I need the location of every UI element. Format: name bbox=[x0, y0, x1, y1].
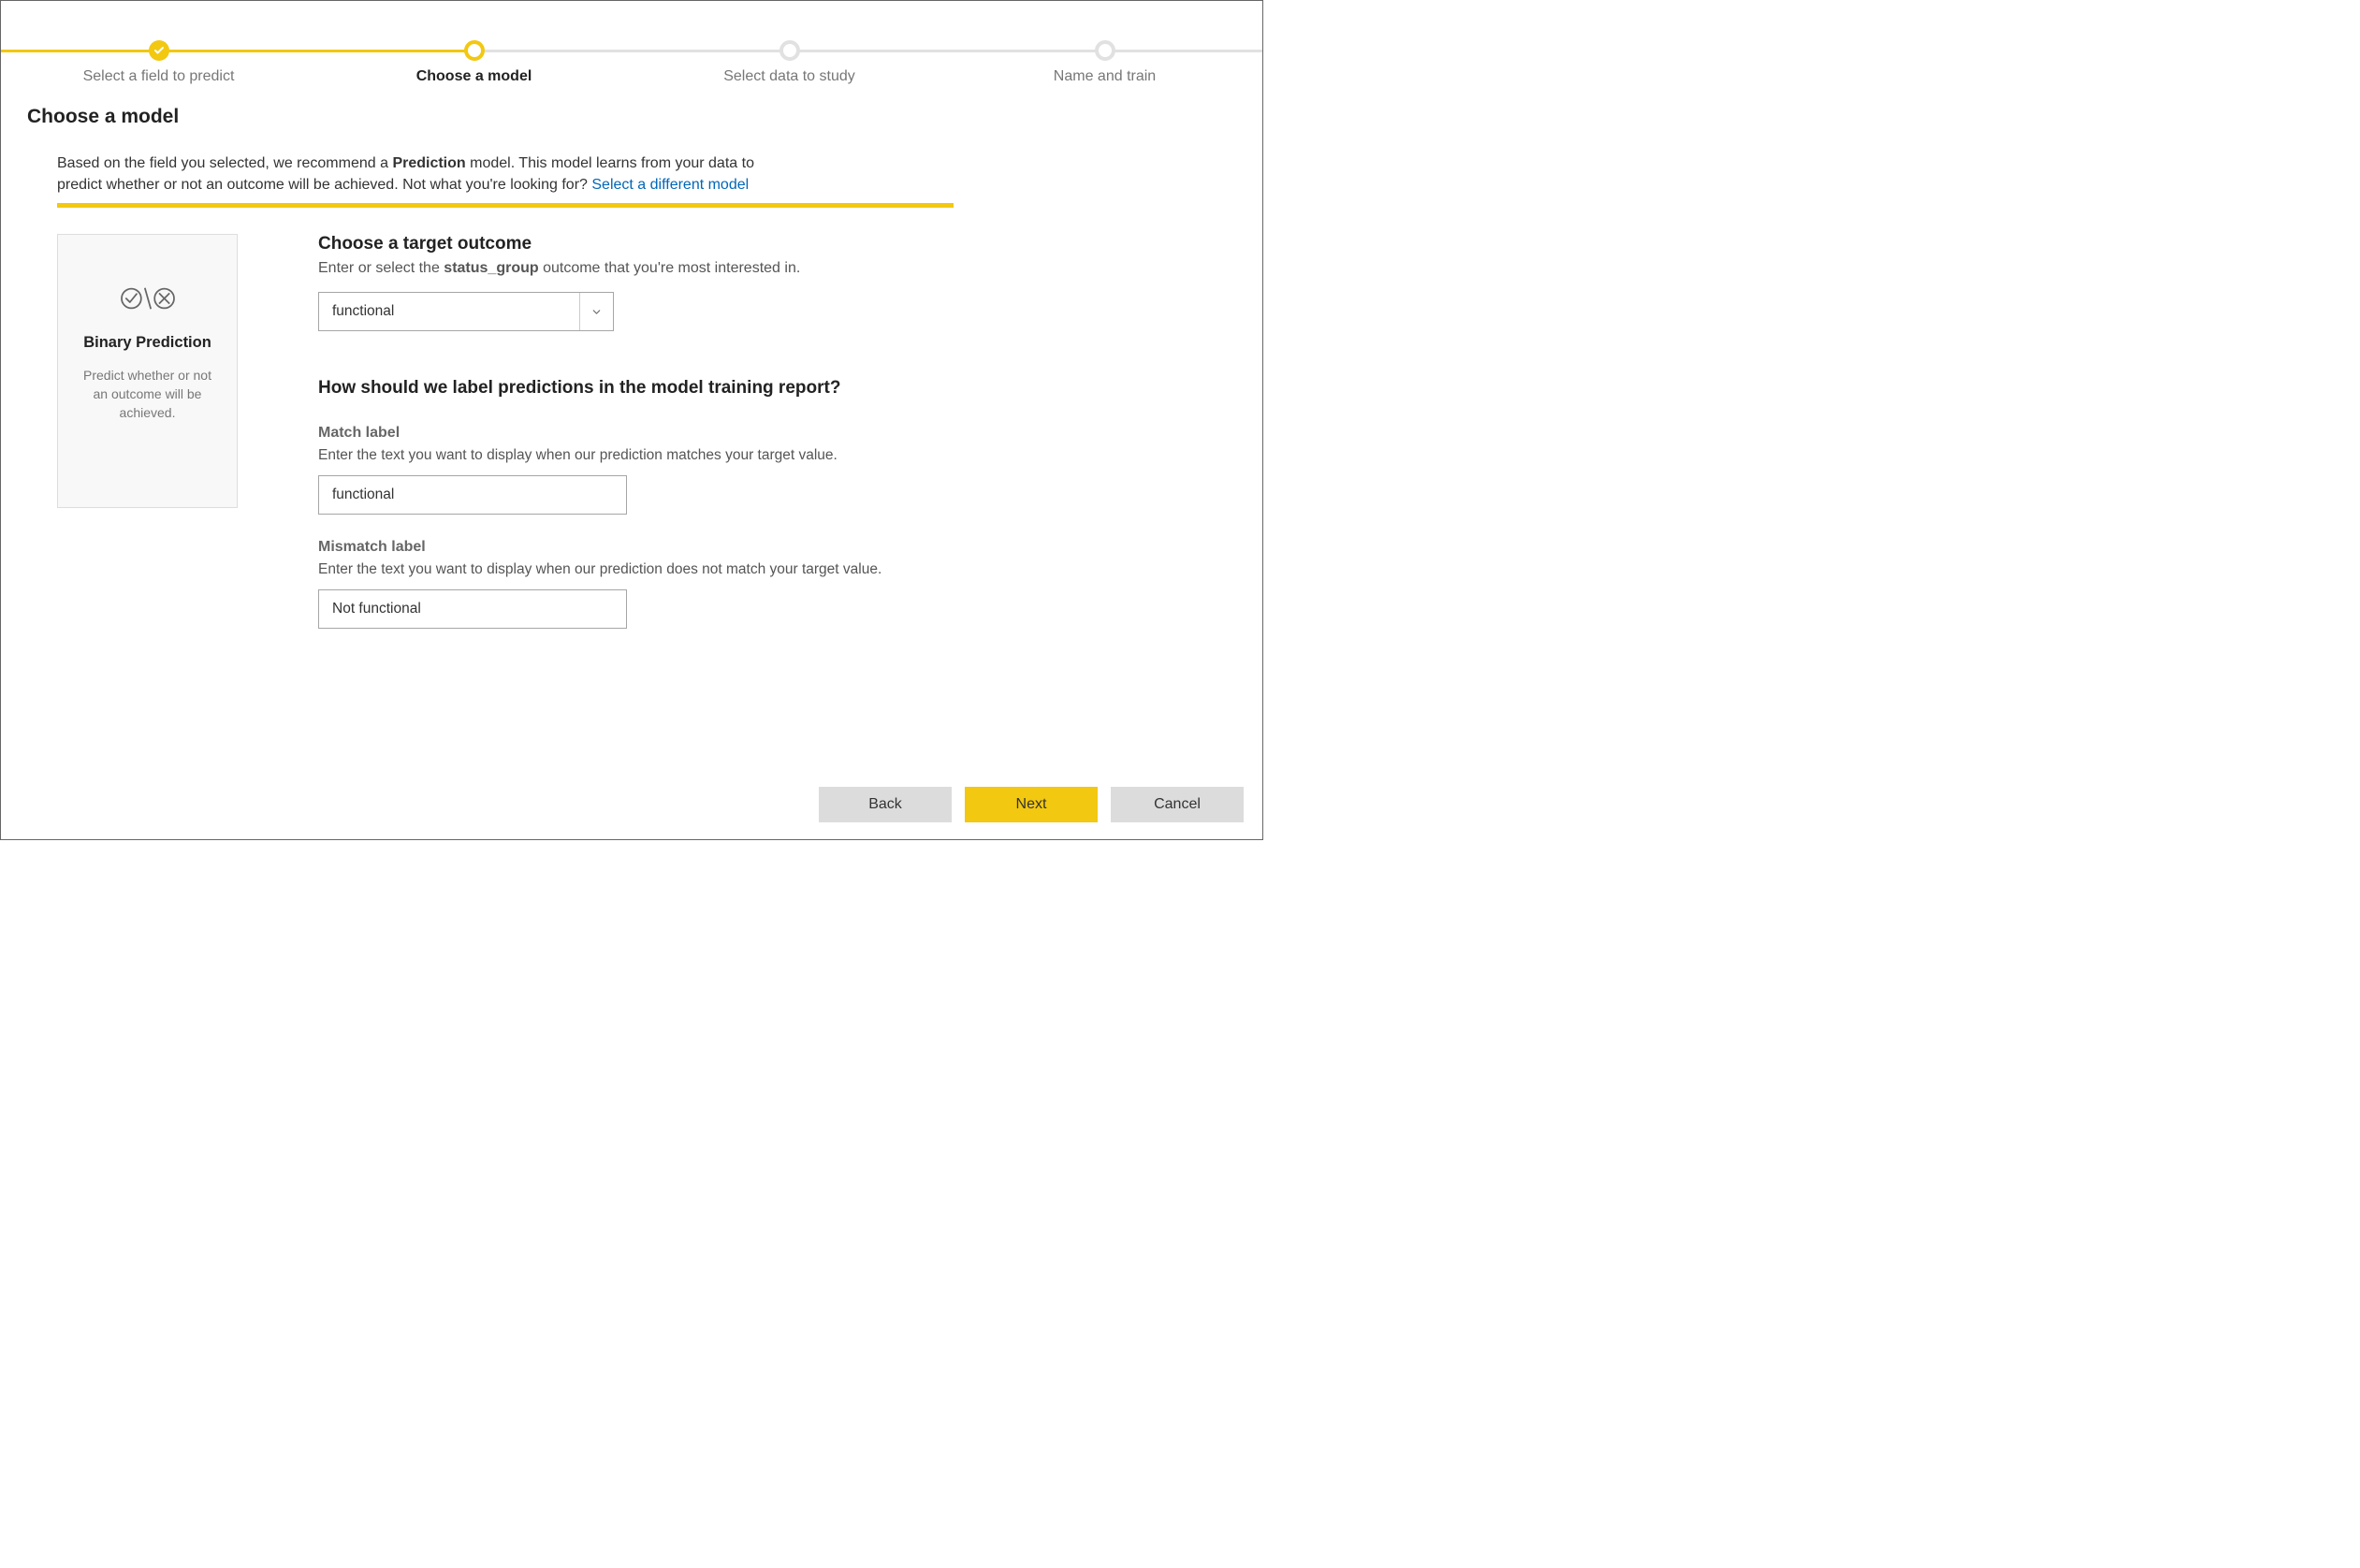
page-title: Choose a model bbox=[27, 106, 1262, 128]
step-choose-model[interactable]: Choose a model bbox=[316, 40, 632, 85]
target-outcome-sub: Enter or select the status_group outcome… bbox=[318, 260, 954, 277]
step-name-train[interactable]: Name and train bbox=[947, 40, 1262, 85]
check-icon bbox=[149, 40, 169, 61]
match-label-desc: Enter the text you want to display when … bbox=[318, 447, 954, 464]
cancel-button[interactable]: Cancel bbox=[1111, 787, 1244, 822]
target-outcome-dropdown[interactable]: functional bbox=[318, 292, 614, 331]
accent-divider bbox=[57, 203, 954, 208]
mismatch-label-input[interactable] bbox=[318, 589, 627, 629]
next-button[interactable]: Next bbox=[965, 787, 1098, 822]
select-different-model-link[interactable]: Select a different model bbox=[591, 177, 749, 193]
binary-prediction-icon bbox=[118, 280, 178, 317]
back-button[interactable]: Back bbox=[819, 787, 952, 822]
step-upcoming-icon bbox=[779, 40, 800, 61]
labels-section-heading: How should we label predictions in the m… bbox=[318, 378, 954, 399]
step-select-data[interactable]: Select data to study bbox=[632, 40, 947, 85]
model-card-title: Binary Prediction bbox=[69, 334, 226, 352]
target-outcome-heading: Choose a target outcome bbox=[318, 234, 954, 254]
step-select-field[interactable]: Select a field to predict bbox=[1, 40, 316, 85]
model-card-binary-prediction[interactable]: Binary Prediction Predict whether or not… bbox=[57, 234, 238, 508]
model-card-description: Predict whether or not an outcome will b… bbox=[69, 367, 226, 422]
mismatch-label-heading: Mismatch label bbox=[318, 539, 954, 556]
chevron-down-icon bbox=[579, 293, 613, 330]
wizard-footer-buttons: Back Next Cancel bbox=[819, 787, 1244, 822]
model-recommendation-text: Based on the field you selected, we reco… bbox=[57, 152, 787, 196]
mismatch-label-desc: Enter the text you want to display when … bbox=[318, 561, 954, 578]
match-label-heading: Match label bbox=[318, 425, 954, 442]
step-upcoming-icon bbox=[1095, 40, 1115, 61]
step-current-icon bbox=[464, 40, 485, 61]
match-label-input[interactable] bbox=[318, 475, 627, 515]
wizard-stepper: Select a field to predict Choose a model… bbox=[1, 40, 1262, 94]
